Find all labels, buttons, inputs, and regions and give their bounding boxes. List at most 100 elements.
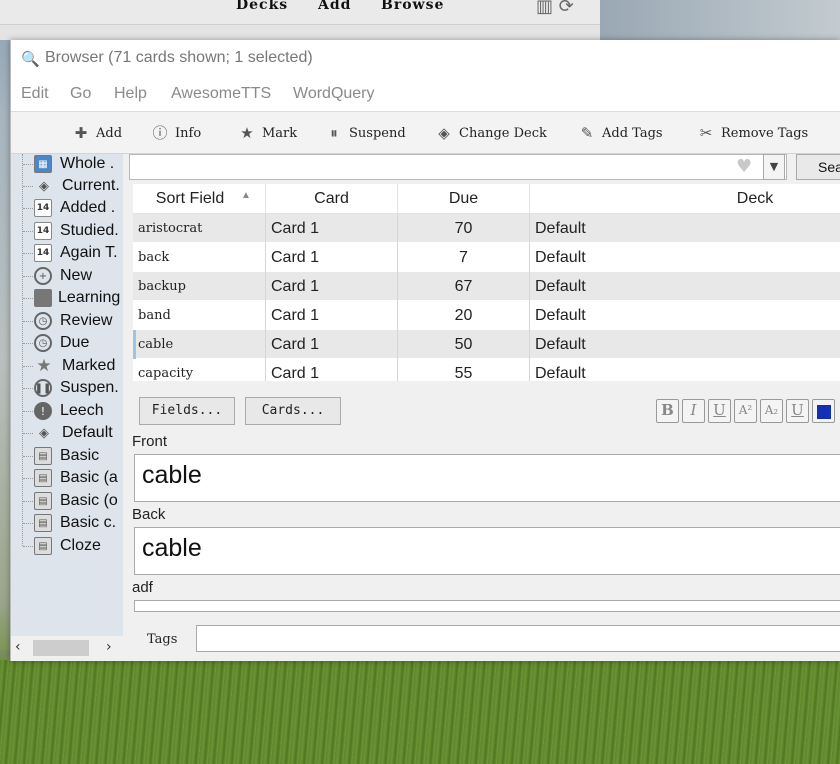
field-label-front: Front [132, 433, 168, 450]
scroll-right-icon[interactable]: › [106, 639, 112, 655]
column-deck[interactable]: Deck [530, 184, 840, 214]
column-sort-field[interactable]: Sort Field ▲ [133, 184, 266, 214]
heart-icon[interactable]: ♥ [736, 156, 752, 177]
italic-button[interactable]: I [682, 399, 705, 423]
sidebar-item-learning[interactable]: Learning [23, 287, 120, 309]
sidebar-horizontal-scrollbar[interactable]: ‹ › [11, 636, 123, 661]
calendar-icon: 14 [34, 199, 52, 217]
sidebar-item-note-basic-optional[interactable]: ▤ Basic (o [23, 490, 118, 512]
field-front-input[interactable]: cable [134, 454, 840, 502]
sidebar-item-current-deck[interactable]: ◈ Current. [23, 175, 120, 197]
note-editor: Fields... Cards... B I U A² A₂ U Front c… [132, 385, 840, 625]
tags-input[interactable] [196, 625, 840, 652]
clear-format-button[interactable]: U [786, 399, 809, 423]
scroll-left-icon[interactable]: ‹ [15, 639, 21, 655]
add-icon: ✚ [74, 124, 88, 142]
suspend-button-label: Suspend [349, 125, 406, 141]
search-history-dropdown[interactable]: ▼ [763, 154, 785, 180]
table-header: Sort Field ▲ Card Due Deck [133, 184, 840, 214]
menu-edit[interactable]: Edit [21, 85, 49, 103]
sidebar-item-note-basic-and-reversed[interactable]: ▤ Basic (a [23, 467, 118, 489]
mark-button[interactable]: ★ Mark [237, 121, 297, 145]
column-card[interactable]: Card [266, 184, 398, 214]
menu-go[interactable]: Go [70, 85, 91, 103]
table-row[interactable]: band Card 1 20 Default [133, 301, 840, 330]
color-swatch-icon [816, 405, 831, 419]
info-button[interactable]: ⓘ Info [150, 121, 201, 145]
menu-wordquery[interactable]: WordQuery [293, 85, 375, 103]
main-nav: Decks Add Browse ▥ ⟳ [0, 0, 600, 24]
deck-icon: ◈ [39, 425, 49, 441]
stats-sync-icon[interactable]: ▥ ⟳ [536, 0, 574, 17]
table-row[interactable]: aristocrat Card 1 70 Default [133, 214, 840, 243]
sidebar-item-note-cloze[interactable]: ▤ Cloze [23, 535, 101, 557]
underline-button[interactable]: U [708, 399, 731, 423]
toolbar: ✚ Add ⓘ Info ★ Mark ⏸ Suspend ◈ Change D… [11, 112, 840, 154]
table-row[interactable]: back Card 1 7 Default [133, 243, 840, 272]
tags-label: Tags [147, 632, 178, 647]
nav-decks[interactable]: Decks [236, 0, 288, 13]
superscript-button[interactable]: A² [734, 399, 757, 423]
remove-tag-icon: ✂ [699, 124, 713, 142]
sidebar-item-new[interactable]: + New [23, 265, 92, 287]
calendar-icon: 14 [34, 244, 52, 262]
sidebar-item-marked[interactable]: ★ Marked [23, 355, 115, 377]
add-tag-icon: ✎ [580, 124, 594, 142]
scrollbar-thumb[interactable] [33, 640, 89, 656]
pane-splitter[interactable] [123, 154, 131, 661]
table-row-selected[interactable]: cable Card 1 50 Default [133, 330, 840, 359]
menu-awesometts[interactable]: AwesomeTTS [171, 85, 271, 103]
note-type-icon: ▤ [34, 514, 52, 532]
sidebar-item-added-today[interactable]: 14 Added . [23, 197, 115, 219]
add-tags-button[interactable]: ✎ Add Tags [577, 121, 663, 145]
subscript-button[interactable]: A₂ [760, 399, 783, 423]
column-due[interactable]: Due [398, 184, 530, 214]
sidebar-item-note-basic-type[interactable]: ▤ Basic c. [23, 512, 116, 534]
table-row[interactable]: backup Card 1 67 Default [133, 272, 840, 301]
sidebar-item-studied-today[interactable]: 14 Studied. [23, 220, 119, 242]
deck-icon: ◈ [438, 124, 450, 142]
remove-tags-button-label: Remove Tags [721, 125, 809, 141]
cards-button[interactable]: Cards... [245, 397, 341, 425]
fields-button[interactable]: Fields... [139, 397, 235, 425]
sidebar-item-whole-collection[interactable]: ▦ Whole . [23, 154, 114, 175]
search-icon: 🔍 [21, 50, 40, 68]
nav-browse[interactable]: Browse [381, 0, 444, 13]
change-deck-button-label: Change Deck [459, 125, 547, 141]
search-button[interactable]: Search [796, 154, 840, 180]
sidebar: ▦ Whole . ◈ Current. 14 Added . 14 Studied. … [11, 154, 123, 636]
sidebar-item-review[interactable]: ◷ Review [23, 310, 112, 332]
text-color-button[interactable] [812, 399, 835, 423]
card-table: Sort Field ▲ Card Due Deck aristocrat Ca… [133, 184, 840, 381]
suspend-button[interactable]: ⏸ Suspend [324, 121, 406, 145]
plus-circle-icon: + [34, 267, 52, 285]
field-back-input[interactable]: cable [134, 527, 840, 575]
change-deck-button[interactable]: ◈ Change Deck [434, 121, 547, 145]
note-type-icon: ▤ [34, 492, 52, 510]
sidebar-item-due[interactable]: ◷ Due [23, 332, 89, 354]
remove-tags-button[interactable]: ✂ Remove Tags [696, 121, 809, 145]
sidebar-item-note-basic[interactable]: ▤ Basic [23, 445, 99, 467]
nav-add[interactable]: Add [318, 0, 351, 13]
table-row[interactable]: capacity Card 1 55 Default [133, 359, 840, 381]
calendar-icon: 14 [34, 222, 52, 240]
sidebar-item-default-deck[interactable]: ◈ Default [23, 422, 113, 444]
info-icon: ⓘ [152, 124, 168, 142]
bold-button[interactable]: B [656, 399, 679, 423]
info-button-label: Info [175, 125, 202, 141]
menu-bar: Edit Go Help AwesomeTTS WordQuery [11, 78, 840, 112]
sort-ascending-icon: ▲ [241, 190, 251, 201]
desktop-background [600, 0, 840, 40]
add-button[interactable]: ✚ Add [71, 121, 122, 145]
sidebar-item-leech[interactable]: ! Leech [23, 400, 104, 422]
star-icon: ★ [36, 356, 52, 376]
sidebar-item-again-today[interactable]: 14 Again T. [23, 242, 118, 264]
search-input[interactable] [129, 154, 787, 180]
sidebar-item-suspended[interactable]: ❚❚ Suspen. [23, 377, 119, 399]
pause-icon: ⏸ [330, 124, 338, 142]
field-adf-input[interactable] [134, 600, 840, 612]
chevron-down-icon: ▼ [769, 160, 779, 173]
pause-icon: ❚❚ [34, 379, 52, 397]
exclamation-icon: ! [34, 402, 52, 420]
menu-help[interactable]: Help [114, 85, 147, 103]
